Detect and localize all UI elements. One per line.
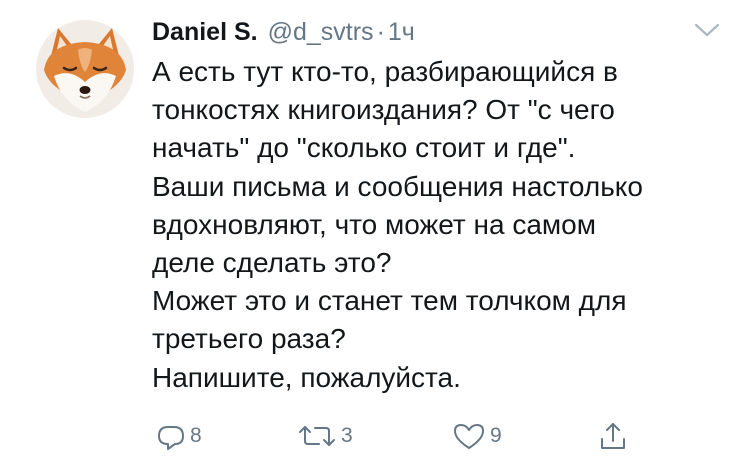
retweet-count: 3 xyxy=(341,424,353,447)
tweet-text-line: А есть тут кто-то, разбирающийся в xyxy=(152,56,618,87)
tweet-header: Daniel S. @d_svtrs · 1ч xyxy=(152,14,415,50)
tweet-text-line: третьего раза? xyxy=(152,323,346,355)
tweet-menu-button[interactable] xyxy=(694,22,720,38)
reply-icon xyxy=(158,426,184,450)
tweet-text: А есть тут кто-то, разбирающийся в тонко… xyxy=(152,53,737,397)
share-button[interactable] xyxy=(598,416,628,456)
header-separator: · xyxy=(376,17,385,46)
tweet-text-line: Ваши письма и сообщения настолько xyxy=(152,170,643,202)
retweet-button[interactable]: 3 xyxy=(297,416,353,456)
chevron-down-icon xyxy=(694,23,720,37)
tweet-text-line: Напишите, пожалуйста. xyxy=(152,361,461,393)
author-handle[interactable]: @d_svtrs xyxy=(268,18,374,47)
heart-icon xyxy=(454,424,484,449)
avatar[interactable] xyxy=(36,20,134,118)
tweet-text-line: тонкостях книгоиздания? От "с чего xyxy=(152,94,615,126)
tweet-text-line: начать" до "сколько стоит и где". xyxy=(152,132,576,164)
share-icon xyxy=(601,423,625,449)
tweet-actions: 8 3 9 xyxy=(0,416,750,456)
tweet-text-line: вдохновляют, что может на самом xyxy=(152,208,596,240)
fox-avatar xyxy=(36,20,134,118)
author-name[interactable]: Daniel S. xyxy=(152,18,258,47)
like-button[interactable]: 9 xyxy=(452,416,502,456)
reply-button[interactable]: 8 xyxy=(156,416,202,456)
like-count: 9 xyxy=(490,424,502,447)
tweet-text-line: деле сделать это? xyxy=(152,247,392,279)
retweet-icon xyxy=(299,426,335,446)
tweet-card: Daniel S. @d_svtrs · 1ч А есть тут кто-т… xyxy=(0,0,750,473)
timestamp[interactable]: 1ч xyxy=(388,18,415,47)
tweet-text-line: Может это и станет тем толчком для xyxy=(152,285,627,317)
reply-count: 8 xyxy=(190,424,202,447)
